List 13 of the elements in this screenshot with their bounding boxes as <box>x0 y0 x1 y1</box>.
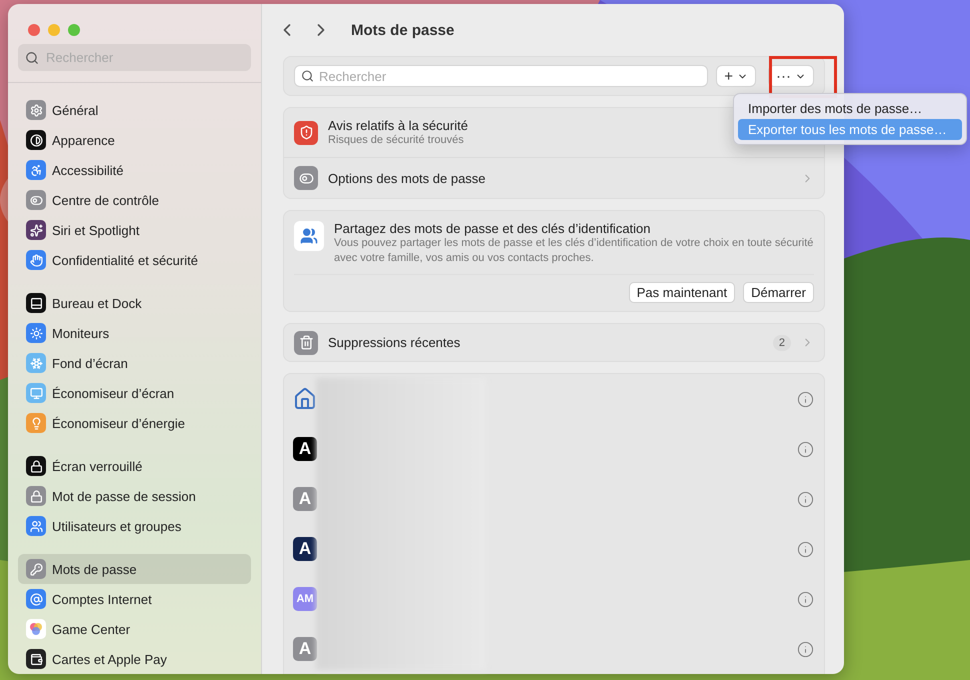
app-logo: A <box>293 637 317 661</box>
row-title: Avis relatifs à la sécurité <box>328 118 468 133</box>
row-title: Suppressions récentes <box>328 335 460 350</box>
app-logo: A <box>293 487 317 511</box>
row-title: Options des mots de passe <box>328 170 486 186</box>
card-title: Partagez des mots de passe et des clés d’identification <box>334 221 651 236</box>
window-title: Mots de passe <box>351 22 454 39</box>
card-description: Vous pouvez partager les mots de passe et les clés d’identification de votre choix en toute sécurité avec votre famille, vos amis ou vos contacts proches. <box>334 236 814 266</box>
count-badge: 2 <box>772 334 791 350</box>
app-logo: A <box>293 437 317 461</box>
app-logo: AM <box>293 587 317 611</box>
row-subtitle: Risques de sécurité trouvés <box>328 132 464 148</box>
app-logo: A <box>293 537 317 561</box>
